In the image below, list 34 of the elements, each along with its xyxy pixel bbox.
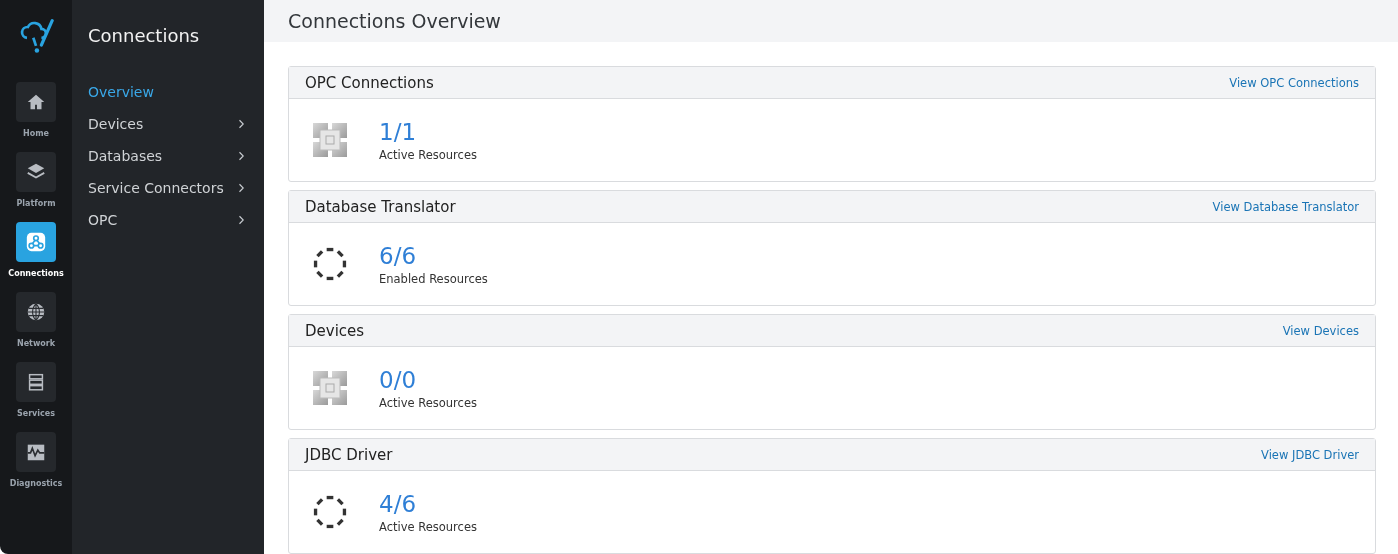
rail-item[interactable]: Connections	[1, 222, 71, 280]
view-link[interactable]: View OPC Connections	[1229, 75, 1359, 90]
logo-icon	[18, 16, 54, 56]
resource-caption: Enabled Resources	[379, 272, 488, 286]
page-title: Connections Overview	[288, 10, 501, 32]
view-link[interactable]: View Database Translator	[1212, 199, 1359, 214]
globe-icon	[25, 301, 47, 323]
sidebar-item[interactable]: Service Connectors	[72, 172, 264, 204]
card-title: JDBC Driver	[305, 445, 393, 464]
chip-icon	[312, 122, 348, 158]
card-title: Devices	[305, 321, 365, 340]
sidebar-item[interactable]: Overview	[72, 76, 264, 108]
sidebar-item[interactable]: Devices	[72, 108, 264, 140]
network-nodes-icon	[25, 231, 47, 253]
sidebar-title: Connections	[87, 24, 201, 48]
rail-item[interactable]: Diagnostics	[1, 432, 71, 490]
resource-count: 6/6	[379, 242, 417, 270]
rail-item[interactable]: Home	[1, 82, 71, 140]
rail-item[interactable]: Network	[1, 292, 71, 350]
resource-count: 1/1	[379, 118, 417, 146]
rail-item[interactable]: Services	[1, 362, 71, 420]
rail-item[interactable]: Platform	[1, 152, 71, 210]
resource-caption: Active Resources	[379, 396, 477, 410]
chip-icon	[312, 370, 348, 406]
resource-caption: Active Resources	[379, 148, 477, 162]
resource-count: 0/0	[379, 366, 417, 394]
view-link[interactable]: View JDBC Driver	[1261, 447, 1359, 462]
sidebar-item[interactable]: Databases	[72, 140, 264, 172]
card-title: Database Translator	[305, 197, 456, 216]
resource-caption: Active Resources	[379, 520, 477, 534]
card-title: OPC Connections	[305, 73, 434, 92]
sidebar-item[interactable]: OPC	[72, 204, 264, 236]
resource-count: 4/6	[379, 490, 417, 518]
view-link[interactable]: View Devices	[1282, 323, 1359, 338]
